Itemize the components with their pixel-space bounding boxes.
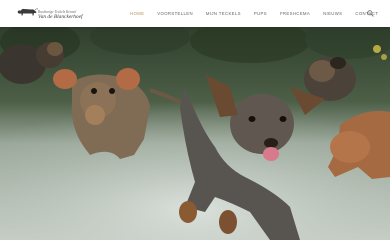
flower bbox=[373, 45, 381, 53]
dog-right-back bbox=[304, 57, 356, 101]
nav-item-mijn-teckels[interactable]: MIJN TECKELS bbox=[206, 11, 241, 16]
main-nav: HOME VOORSTELLEN MIJN TECKELS PUPS FRESH… bbox=[130, 0, 390, 27]
site-logo[interactable]: Ruwharige Teckels Kennel Van de Blancker… bbox=[16, 4, 96, 24]
nav-item-voorstellen[interactable]: VOORSTELLEN bbox=[157, 11, 193, 16]
flower bbox=[381, 54, 387, 60]
nav-item-pups[interactable]: PUPS bbox=[254, 11, 267, 16]
search-icon[interactable] bbox=[367, 10, 374, 17]
nav-item-nieuws[interactable]: NIEUWS bbox=[323, 11, 342, 16]
site-header: Ruwharige Teckels Kennel Van de Blancker… bbox=[0, 0, 390, 27]
nav-item-freshcema[interactable]: FRESHCEMA bbox=[280, 11, 310, 16]
hero-image bbox=[0, 27, 390, 240]
nav-item-home[interactable]: HOME bbox=[130, 11, 144, 16]
logo-name: Van de Blanckerhoef bbox=[38, 14, 83, 20]
dachshunds-photo bbox=[0, 27, 390, 240]
dachshund-logo-icon bbox=[17, 8, 38, 16]
